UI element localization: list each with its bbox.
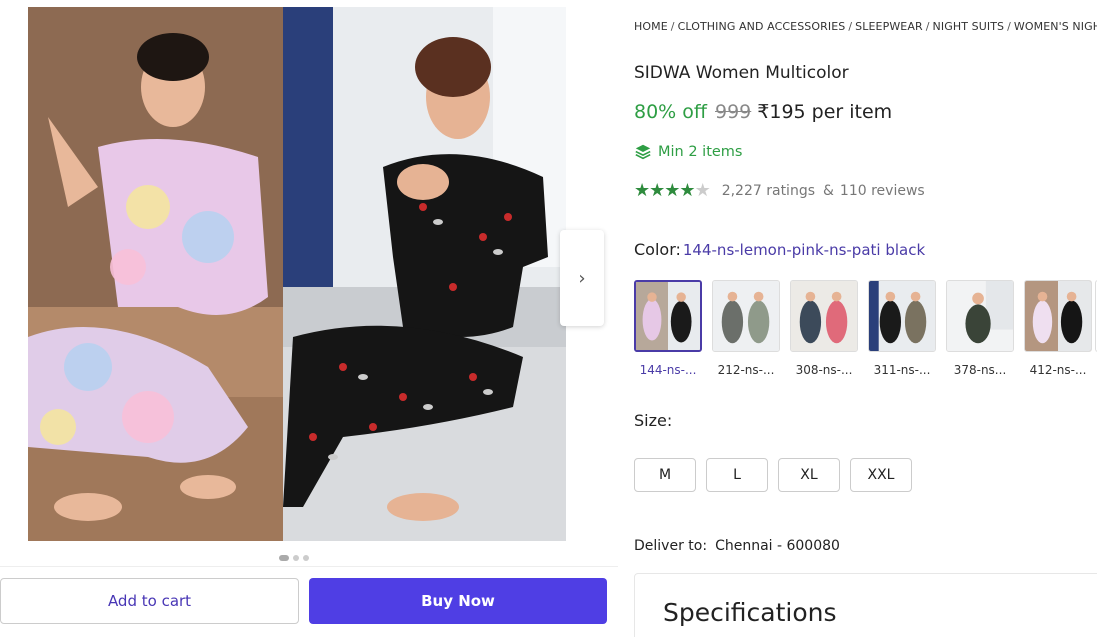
- specifications-card: Specifications: [634, 573, 1097, 637]
- buy-now-button[interactable]: Buy Now: [309, 578, 607, 624]
- chevron-right-icon: ›: [578, 267, 586, 289]
- delivery-row[interactable]: Deliver to: Chennai - 600080: [634, 538, 840, 554]
- variant-thumbnail: [868, 280, 936, 352]
- gallery-dot-3[interactable]: [303, 555, 309, 561]
- deliver-to-label: Deliver to:: [634, 538, 708, 554]
- breadcrumb-clothing[interactable]: CLOTHING AND ACCESSORIES: [678, 20, 846, 33]
- min-items-badge: Min 2 items: [634, 143, 743, 161]
- breadcrumb-womens-night[interactable]: WOMEN'S NIGHT: [1014, 20, 1097, 33]
- variant-thumbnail: [946, 280, 1014, 352]
- delivery-location: Chennai - 600080: [715, 538, 840, 554]
- breadcrumb-separator: /: [848, 20, 853, 33]
- ratings-count: 2,227 ratings: [721, 182, 815, 199]
- color-variant-311[interactable]: 311-ns-...: [868, 280, 936, 377]
- gallery-dot-1[interactable]: [279, 555, 289, 561]
- star-icon: ★: [649, 180, 665, 201]
- variant-thumbnail: [712, 280, 780, 352]
- gallery-dot-2[interactable]: [293, 555, 299, 561]
- size-label: Size:: [634, 411, 673, 430]
- variant-label: 308-ns-...: [795, 363, 853, 377]
- breadcrumb-separator: /: [1007, 20, 1011, 33]
- product-photo-black-suit[interactable]: [283, 7, 566, 541]
- min-items-text: Min 2 items: [658, 144, 743, 160]
- breadcrumb-separator: /: [670, 20, 675, 33]
- action-bar: Add to cart Buy Now: [0, 566, 618, 637]
- variant-label: 412-ns-...: [1029, 363, 1087, 377]
- selected-color-value: 144-ns-lemon-pink-ns-pati black: [682, 241, 926, 259]
- variant-label: 311-ns-...: [873, 363, 931, 377]
- mrp-price: 999: [715, 101, 752, 123]
- breadcrumb: HOME / CLOTHING AND ACCESSORIES / SLEEPWEAR /…: [634, 20, 1097, 33]
- photo-pink-suit-image: [28, 7, 283, 541]
- size-options: M L XL XXL: [634, 458, 912, 492]
- photo-black-suit-image: [283, 7, 566, 541]
- star-icon: ★: [634, 180, 650, 201]
- breadcrumb-home[interactable]: HOME: [634, 20, 668, 33]
- variant-label: 378-ns...: [953, 363, 1007, 377]
- breadcrumb-sleepwear[interactable]: SLEEPWEAR: [855, 20, 923, 33]
- variant-thumbnail: [634, 280, 702, 352]
- price-row: 80% off 999 ₹195 per item: [634, 101, 892, 123]
- ratings-row[interactable]: ★★★★★ 2,227 ratings & 110 reviews: [634, 180, 925, 201]
- color-variant-378[interactable]: 378-ns...: [946, 280, 1014, 377]
- color-label: Color:: [634, 240, 681, 259]
- size-option-xl[interactable]: XL: [778, 458, 840, 492]
- product-photo-pink-suit[interactable]: [28, 7, 283, 541]
- color-variant-412[interactable]: 412-ns-...: [1024, 280, 1092, 377]
- gallery-next-button[interactable]: ›: [560, 230, 604, 326]
- reviews-count: 110 reviews: [839, 182, 925, 199]
- product-gallery: › Add to cart Buy Now: [0, 0, 618, 637]
- product-details: HOME / CLOTHING AND ACCESSORIES / SLEEPWEAR /…: [634, 0, 1097, 637]
- color-row: Color: 144-ns-lemon-pink-ns-pati black: [634, 240, 925, 259]
- breadcrumb-separator: /: [925, 20, 930, 33]
- product-title: SIDWA Women Multicolor: [634, 63, 849, 83]
- star-icon: ★: [679, 180, 695, 201]
- variant-thumbnail: [1024, 280, 1092, 352]
- size-option-l[interactable]: L: [706, 458, 768, 492]
- color-variant-308[interactable]: 308-ns-...: [790, 280, 858, 377]
- star-empty-icon: ★: [694, 180, 711, 201]
- size-option-m[interactable]: M: [634, 458, 696, 492]
- gallery-pagination-dots: [279, 555, 309, 561]
- color-variant-144[interactable]: 144-ns-...: [634, 280, 702, 377]
- size-option-xxl[interactable]: XXL: [850, 458, 912, 492]
- color-variant-list: 144-ns-... 212-ns-... 308-ns-... 311-ns-…: [634, 280, 1092, 377]
- star-icon: ★: [664, 180, 680, 201]
- color-variant-212[interactable]: 212-ns-...: [712, 280, 780, 377]
- star-rating: ★★★★★: [634, 180, 711, 201]
- variant-thumbnail: [790, 280, 858, 352]
- selling-price: ₹195 per item: [757, 101, 893, 123]
- breadcrumb-night-suits[interactable]: NIGHT SUITS: [933, 20, 1005, 33]
- variant-label: 212-ns-...: [717, 363, 775, 377]
- discount-text: 80% off: [634, 101, 707, 123]
- specifications-title: Specifications: [663, 598, 837, 627]
- layers-icon: [635, 144, 651, 160]
- add-to-cart-button[interactable]: Add to cart: [0, 578, 299, 624]
- variant-label: 144-ns-...: [639, 363, 697, 377]
- ratings-ampersand: &: [823, 182, 834, 199]
